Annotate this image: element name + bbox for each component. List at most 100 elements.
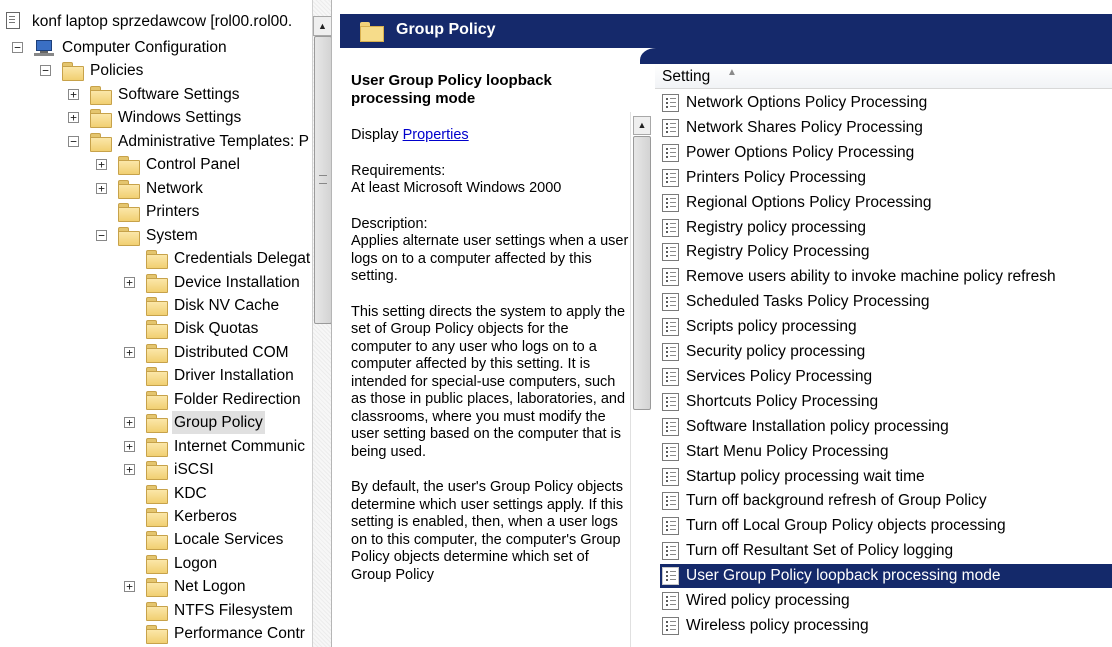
tree-item[interactable]: + Control Panel: [0, 153, 312, 176]
expand-plus-icon[interactable]: +: [124, 440, 135, 452]
tree-item-label[interactable]: Net Logon: [172, 575, 248, 598]
tree-item-label[interactable]: Control Panel: [144, 153, 242, 176]
setting-row[interactable]: Registry policy processing: [660, 216, 1112, 240]
tree-item-label[interactable]: Disk Quotas: [172, 317, 260, 340]
setting-row[interactable]: Turn off Local Group Policy objects proc…: [660, 514, 1112, 538]
tree-item-label[interactable]: Printers: [144, 200, 201, 223]
expand-plus-icon[interactable]: +: [124, 581, 135, 593]
tree-item[interactable]: Driver Installation: [0, 364, 312, 387]
setting-row[interactable]: Network Options Policy Processing: [660, 91, 1112, 115]
tree-item-label[interactable]: Administrative Templates: P: [116, 130, 311, 153]
tree-item[interactable]: Locale Services: [0, 528, 312, 551]
tree-item-label[interactable]: System: [144, 224, 200, 247]
tree-item-label[interactable]: Network: [144, 177, 205, 200]
tree-item-label[interactable]: Disk NV Cache: [172, 294, 281, 317]
tree-item-label[interactable]: Computer Configuration: [60, 36, 229, 59]
tree-item-label[interactable]: Locale Services: [172, 528, 285, 551]
description-scroll-thumb[interactable]: [633, 136, 651, 410]
tree-item[interactable]: NTFS Filesystem: [0, 599, 312, 622]
tree-item-label[interactable]: iSCSI: [172, 458, 216, 481]
expand-plus-icon[interactable]: +: [124, 464, 135, 476]
tree-item[interactable]: + Distributed COM: [0, 341, 312, 364]
setting-row[interactable]: Turn off Resultant Set of Policy logging: [660, 539, 1112, 563]
description-scroll-up-button[interactable]: ▲: [633, 116, 651, 135]
tree-item[interactable]: Logon: [0, 552, 312, 575]
tree-item-label[interactable]: Driver Installation: [172, 364, 296, 387]
tree-item-label[interactable]: Windows Settings: [116, 106, 243, 129]
tree-item[interactable]: KDC: [0, 482, 312, 505]
expand-plus-icon[interactable]: +: [96, 159, 107, 171]
setting-row[interactable]: Network Shares Policy Processing: [660, 116, 1112, 140]
collapse-minus-icon[interactable]: −: [40, 65, 51, 77]
setting-row[interactable]: Regional Options Policy Processing: [660, 191, 1112, 215]
tree-item[interactable]: + Group Policy: [0, 411, 312, 435]
description-scrollbar[interactable]: ▲: [630, 112, 652, 647]
tree-item[interactable]: Credentials Delegat: [0, 247, 312, 270]
tree-item[interactable]: Disk NV Cache: [0, 294, 312, 317]
tree-item-label[interactable]: NTFS Filesystem: [172, 599, 295, 622]
setting-row[interactable]: Registry Policy Processing: [660, 240, 1112, 264]
tree-item-label[interactable]: Internet Communic: [172, 435, 307, 458]
tree-item[interactable]: − System: [0, 224, 312, 247]
setting-row[interactable]: User Group Policy loopback processing mo…: [660, 564, 1112, 589]
setting-row[interactable]: Power Options Policy Processing: [660, 141, 1112, 165]
setting-name: Software Installation policy processing: [686, 417, 949, 435]
setting-row[interactable]: Software Installation policy processing: [660, 415, 1112, 439]
tree-scroll-up-button[interactable]: ▲: [313, 16, 331, 36]
expand-plus-icon[interactable]: +: [124, 346, 135, 358]
tree-item[interactable]: − Administrative Templates: P: [0, 130, 312, 153]
tree-item[interactable]: + Software Settings: [0, 83, 312, 106]
tree-root-gpo[interactable]: konf laptop sprzedawcow [rol00.rol00.: [0, 0, 312, 30]
setting-row[interactable]: Turn off background refresh of Group Pol…: [660, 489, 1112, 513]
collapse-minus-icon[interactable]: −: [96, 229, 107, 241]
tree-scrollbar[interactable]: ▲: [312, 0, 331, 647]
setting-row[interactable]: Security policy processing: [660, 340, 1112, 364]
setting-column-header[interactable]: Setting ▲: [655, 64, 1112, 89]
tree-item[interactable]: − Computer Configuration: [0, 36, 312, 59]
tree-item[interactable]: + Net Logon: [0, 575, 312, 598]
tree-item[interactable]: Printers: [0, 200, 312, 223]
setting-row[interactable]: Remove users ability to invoke machine p…: [660, 265, 1112, 289]
tree-item[interactable]: + Windows Settings: [0, 106, 312, 129]
tree-item-label[interactable]: Group Policy: [172, 411, 265, 435]
tree-item[interactable]: + Internet Communic: [0, 435, 312, 458]
setting-row[interactable]: Services Policy Processing: [660, 365, 1112, 389]
tree-item[interactable]: Folder Redirection: [0, 388, 312, 411]
tree-item-label[interactable]: Policies: [88, 59, 145, 82]
setting-row[interactable]: Startup policy processing wait time: [660, 465, 1112, 489]
tree-item-label[interactable]: Logon: [172, 552, 219, 575]
setting-row[interactable]: Shortcuts Policy Processing: [660, 390, 1112, 414]
tree-item[interactable]: + iSCSI: [0, 458, 312, 481]
tree-item-label[interactable]: KDC: [172, 482, 209, 505]
expand-plus-icon[interactable]: +: [68, 112, 79, 124]
setting-row[interactable]: Start Menu Policy Processing: [660, 440, 1112, 464]
tree-item-label[interactable]: Credentials Delegat: [172, 247, 312, 270]
expand-plus-icon[interactable]: +: [68, 88, 79, 100]
tree-item-label[interactable]: Folder Redirection: [172, 388, 303, 411]
tree-item[interactable]: Kerberos: [0, 505, 312, 528]
tree-item-label[interactable]: Distributed COM: [172, 341, 291, 364]
tree-item[interactable]: + Network: [0, 177, 312, 200]
expand-plus-icon[interactable]: +: [124, 417, 135, 429]
collapse-minus-icon[interactable]: −: [12, 42, 23, 53]
policy-setting-icon: [662, 193, 679, 212]
tree-item-label[interactable]: Device Installation: [172, 271, 302, 294]
setting-row[interactable]: Wired policy processing: [660, 589, 1112, 613]
tree-item[interactable]: Disk Quotas: [0, 317, 312, 340]
collapse-minus-icon[interactable]: −: [68, 135, 79, 147]
tree-scroll-thumb[interactable]: [314, 36, 331, 324]
tree-item-label[interactable]: Performance Contr: [172, 622, 307, 645]
console-tree: konf laptop sprzedawcow [rol00.rol00. − C…: [0, 0, 332, 647]
setting-row[interactable]: Wireless policy processing: [660, 614, 1112, 638]
setting-row[interactable]: Scripts policy processing: [660, 315, 1112, 339]
tree-item[interactable]: − Policies: [0, 59, 312, 82]
setting-row[interactable]: Scheduled Tasks Policy Processing: [660, 290, 1112, 314]
expand-plus-icon[interactable]: +: [96, 182, 107, 194]
tree-item-label[interactable]: Kerberos: [172, 505, 239, 528]
tree-item-label[interactable]: Software Settings: [116, 83, 241, 106]
setting-row[interactable]: Printers Policy Processing: [660, 166, 1112, 190]
expand-plus-icon[interactable]: +: [124, 276, 135, 288]
tree-item[interactable]: + Device Installation: [0, 271, 312, 294]
tree-item[interactable]: Performance Contr: [0, 622, 312, 645]
properties-link[interactable]: Properties: [403, 127, 469, 143]
